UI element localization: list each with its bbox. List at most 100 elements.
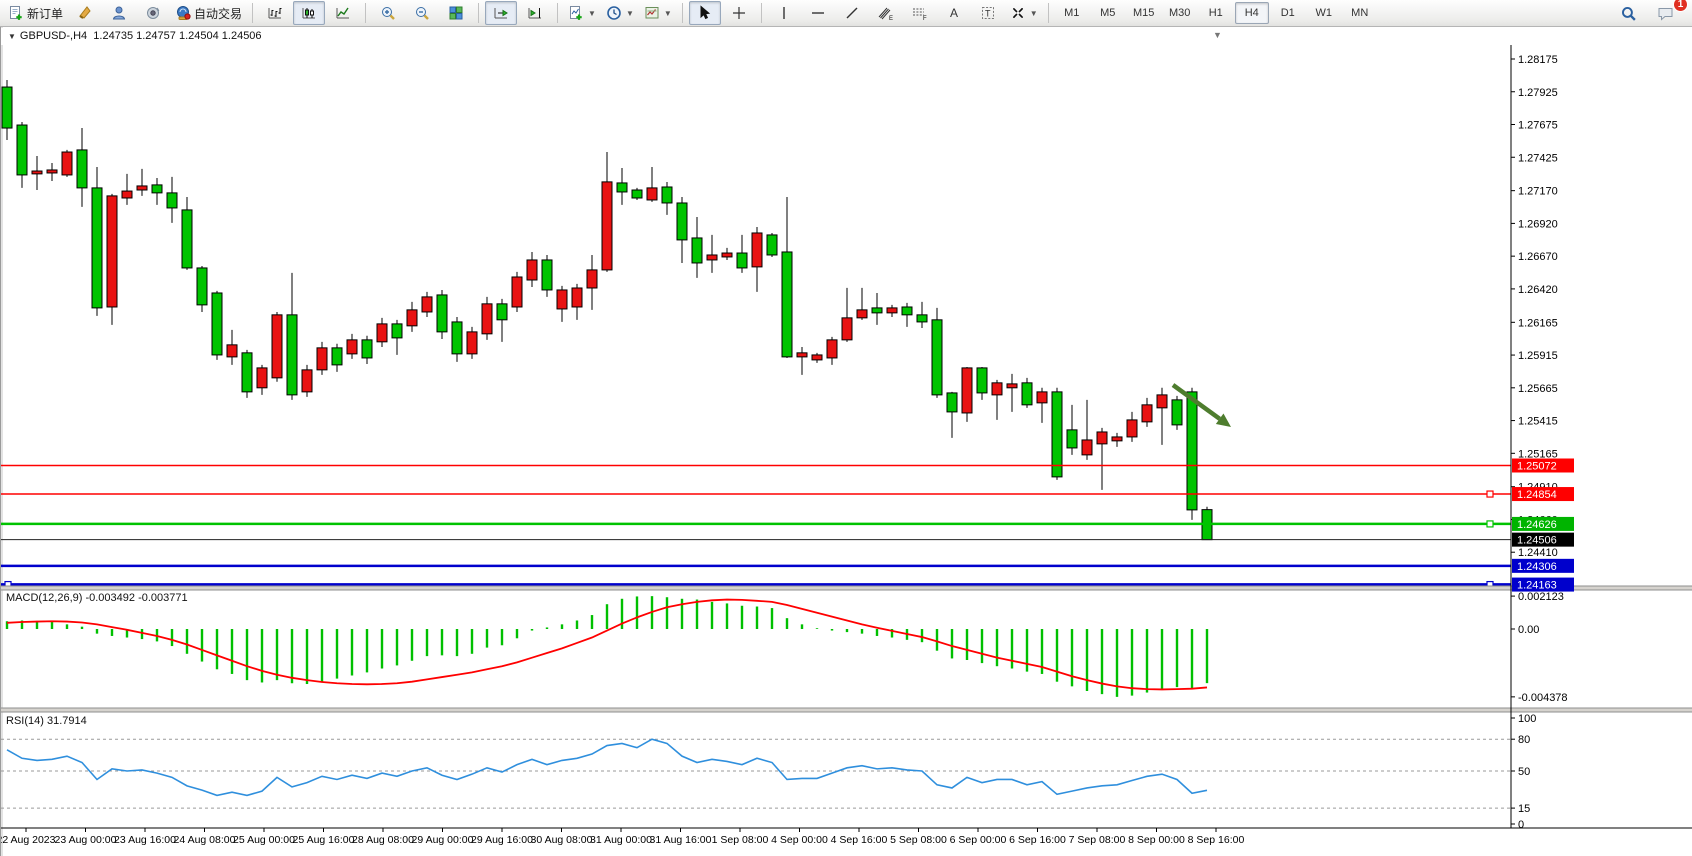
- candle-body[interactable]: [17, 125, 27, 175]
- candle-body[interactable]: [752, 233, 762, 267]
- indicators-button[interactable]: ▼: [564, 1, 600, 25]
- tab-m5[interactable]: M5: [1091, 2, 1125, 24]
- price-chart[interactable]: 1.281751.279251.276751.274251.271701.269…: [1, 45, 1692, 856]
- trendline-tool[interactable]: [836, 1, 868, 25]
- candle-body[interactable]: [287, 315, 297, 395]
- periods-button[interactable]: ▼: [602, 1, 638, 25]
- candle-body[interactable]: [1172, 400, 1182, 425]
- candle-body[interactable]: [857, 310, 867, 318]
- candle-body[interactable]: [1052, 392, 1062, 477]
- candle-body[interactable]: [437, 295, 447, 332]
- candle-body[interactable]: [152, 185, 162, 193]
- candle-body[interactable]: [422, 297, 432, 312]
- candle-body[interactable]: [1082, 440, 1092, 455]
- candle-body[interactable]: [977, 368, 987, 393]
- text-tool[interactable]: A: [938, 1, 970, 25]
- candle-body[interactable]: [1037, 392, 1047, 403]
- cursor-tool-button[interactable]: [689, 1, 721, 25]
- candle-body[interactable]: [1142, 405, 1152, 422]
- pane-separator[interactable]: [1, 708, 1692, 712]
- tab-m15[interactable]: M15: [1127, 2, 1161, 24]
- community-button[interactable]: [103, 1, 135, 25]
- candle-body[interactable]: [947, 393, 957, 412]
- candle-body[interactable]: [227, 345, 237, 357]
- candle-body[interactable]: [137, 186, 147, 190]
- auto-scroll-button[interactable]: [485, 1, 517, 25]
- candle-body[interactable]: [707, 255, 717, 260]
- notifications-button[interactable]: 1: [1650, 1, 1682, 25]
- candle-body[interactable]: [1127, 420, 1137, 437]
- candle-body[interactable]: [32, 171, 42, 174]
- candle-body[interactable]: [632, 190, 642, 198]
- candle-body[interactable]: [812, 355, 822, 360]
- candle-body[interactable]: [332, 348, 342, 365]
- tab-d1[interactable]: D1: [1271, 2, 1305, 24]
- candlestick-chart-button[interactable]: [293, 1, 325, 25]
- line-handle[interactable]: [1487, 491, 1493, 497]
- candle-body[interactable]: [272, 315, 282, 378]
- tab-mn[interactable]: MN: [1343, 2, 1377, 24]
- candle-body[interactable]: [242, 353, 252, 392]
- candle-body[interactable]: [917, 315, 927, 322]
- candle-body[interactable]: [92, 188, 102, 308]
- candle-body[interactable]: [677, 203, 687, 240]
- fibonacci-tool[interactable]: F: [904, 1, 936, 25]
- crosshair-tool-button[interactable]: [723, 1, 755, 25]
- candle-body[interactable]: [557, 290, 567, 309]
- candle-body[interactable]: [1157, 395, 1167, 408]
- candle-body[interactable]: [647, 188, 657, 200]
- candle-body[interactable]: [347, 340, 357, 354]
- candle-body[interactable]: [452, 322, 462, 354]
- candle-body[interactable]: [617, 183, 627, 192]
- candle-body[interactable]: [1007, 384, 1017, 388]
- candle-body[interactable]: [512, 277, 522, 307]
- candle-body[interactable]: [122, 191, 132, 198]
- horizontal-line-tool[interactable]: [802, 1, 834, 25]
- chart-shift-button[interactable]: [519, 1, 551, 25]
- zoom-out-button[interactable]: [406, 1, 438, 25]
- candle-body[interactable]: [77, 150, 87, 188]
- tab-m1[interactable]: M1: [1055, 2, 1089, 24]
- candle-body[interactable]: [797, 353, 807, 357]
- tab-h1[interactable]: H1: [1199, 2, 1233, 24]
- autotrading-button[interactable]: 自动交易: [171, 1, 246, 25]
- bar-chart-button[interactable]: [259, 1, 291, 25]
- candle-body[interactable]: [827, 340, 837, 358]
- candle-body[interactable]: [167, 193, 177, 208]
- tab-h4[interactable]: H4: [1235, 2, 1269, 24]
- candle-body[interactable]: [842, 318, 852, 340]
- candle-body[interactable]: [782, 252, 792, 357]
- candle-body[interactable]: [872, 308, 882, 313]
- tab-m30[interactable]: M30: [1163, 2, 1197, 24]
- candle-body[interactable]: [107, 196, 117, 307]
- candle-body[interactable]: [317, 348, 327, 370]
- vertical-line-tool[interactable]: [768, 1, 800, 25]
- collapse-icon[interactable]: ▼: [8, 32, 16, 41]
- candle-body[interactable]: [497, 304, 507, 320]
- signal-button[interactable]: [137, 1, 169, 25]
- zoom-in-button[interactable]: [372, 1, 404, 25]
- candle-body[interactable]: [737, 253, 747, 268]
- candle-body[interactable]: [392, 324, 402, 338]
- candle-body[interactable]: [962, 368, 972, 413]
- candle-body[interactable]: [527, 260, 537, 280]
- line-handle[interactable]: [1487, 521, 1493, 527]
- candle-body[interactable]: [1187, 392, 1197, 510]
- candle-body[interactable]: [1112, 437, 1122, 441]
- line-chart-button[interactable]: [327, 1, 359, 25]
- candle-body[interactable]: [182, 210, 192, 268]
- guide-button[interactable]: [69, 1, 101, 25]
- chart-shift-marker-icon[interactable]: ▼: [1213, 30, 1222, 40]
- candle-body[interactable]: [362, 340, 372, 358]
- candle-body[interactable]: [767, 235, 777, 255]
- candle-body[interactable]: [1097, 432, 1107, 444]
- candle-body[interactable]: [722, 253, 732, 257]
- candle-body[interactable]: [902, 307, 912, 315]
- arrows-tool[interactable]: ▼: [1006, 1, 1042, 25]
- pane-separator[interactable]: [1, 586, 1692, 590]
- candle-body[interactable]: [212, 293, 222, 355]
- candle-body[interactable]: [1022, 383, 1032, 405]
- tile-windows-button[interactable]: [440, 1, 472, 25]
- candle-body[interactable]: [377, 324, 387, 342]
- candle-body[interactable]: [542, 260, 552, 290]
